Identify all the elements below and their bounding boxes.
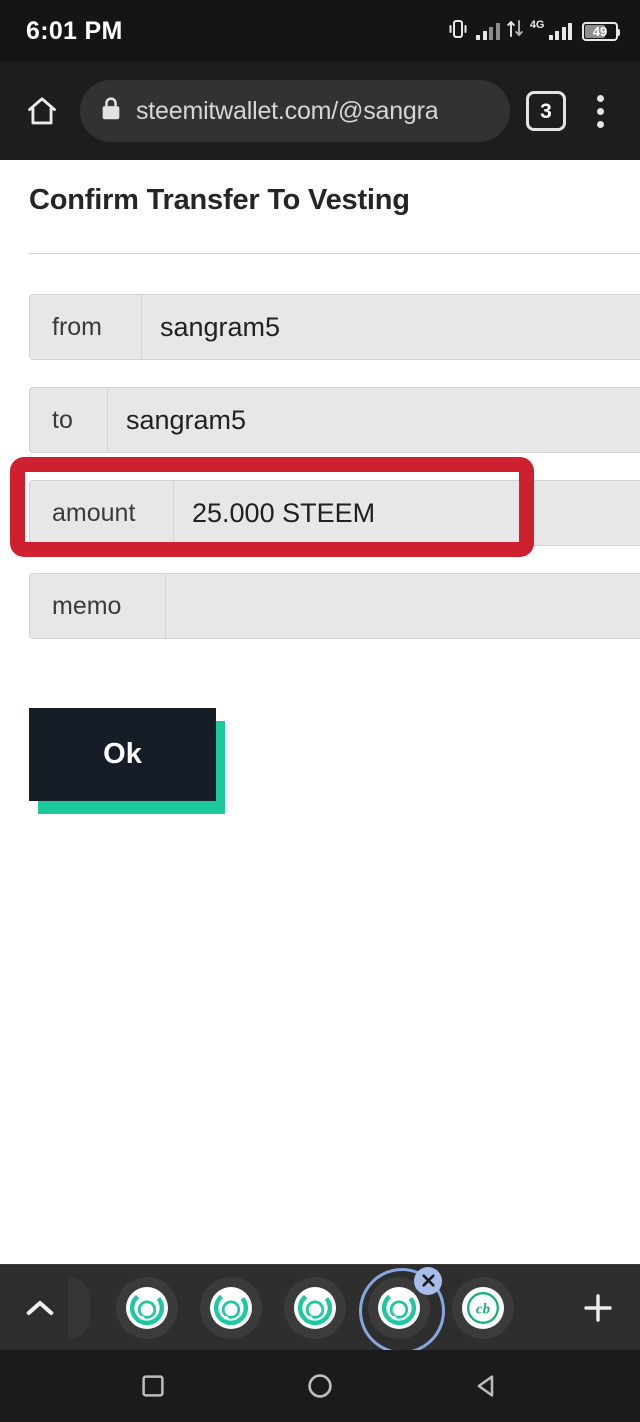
- table-row: from sangram5: [29, 294, 640, 360]
- tab-strip: cb: [0, 1264, 640, 1354]
- title-divider: [29, 253, 640, 254]
- phone-screen: 6:01 PM 4G 49 steemitwallet.com/@sangra …: [0, 0, 640, 1422]
- field-value-amount: 25.000 STEEM: [174, 481, 640, 545]
- triangle-back-icon[interactable]: [457, 1356, 517, 1416]
- steemit-icon: [210, 1286, 252, 1329]
- signal-bars-icon: [548, 22, 572, 40]
- vibrate-icon: [447, 19, 469, 43]
- coinbase-icon: cb: [462, 1286, 504, 1329]
- table-row: amount 25.000 STEEM: [29, 480, 640, 546]
- tab-count-label: 3: [540, 99, 552, 123]
- field-label-to: to: [30, 388, 108, 452]
- battery-icon: 49: [582, 21, 620, 41]
- page-title: Confirm Transfer To Vesting: [29, 184, 410, 216]
- tab-chip-steemit[interactable]: [200, 1276, 262, 1339]
- field-value-to: sangram5: [108, 388, 640, 452]
- plus-icon[interactable]: [570, 1280, 626, 1336]
- field-value-memo: [166, 574, 640, 638]
- status-icons: 4G 49: [447, 19, 620, 43]
- square-icon[interactable]: [123, 1356, 183, 1416]
- field-label-from: from: [30, 295, 142, 359]
- page-content: Confirm Transfer To Vesting from sangram…: [0, 160, 640, 1264]
- signal-bars-icon: [476, 22, 500, 40]
- browser-toolbar: steemitwallet.com/@sangra 3: [0, 62, 640, 160]
- table-row: memo: [29, 573, 640, 639]
- status-bar: 6:01 PM 4G 49: [0, 0, 640, 62]
- svg-text:cb: cb: [476, 1301, 490, 1317]
- tab-chip-steemit[interactable]: [284, 1276, 346, 1339]
- steemit-icon: [126, 1286, 168, 1329]
- more-vertical-icon[interactable]: [578, 85, 622, 137]
- field-label-memo: memo: [30, 574, 166, 638]
- network-type-label: 4G: [529, 19, 545, 31]
- table-row: to sangram5: [29, 387, 640, 453]
- steemit-icon: [294, 1286, 336, 1329]
- chevron-up-icon[interactable]: [12, 1280, 68, 1336]
- data-transfer-icon: [507, 19, 523, 43]
- steemit-icon: [378, 1286, 420, 1329]
- url-text: steemitwallet.com/@sangra: [136, 96, 439, 125]
- tab-chip-steemit-active[interactable]: [359, 1266, 445, 1354]
- lock-icon: [100, 96, 122, 126]
- ok-button-wrapper: Ok: [29, 708, 225, 814]
- tab-chip-steemit[interactable]: [116, 1276, 178, 1339]
- tab-chip-coinbase[interactable]: cb: [452, 1276, 514, 1339]
- ok-button[interactable]: Ok: [29, 708, 216, 801]
- battery-percent: 49: [592, 23, 608, 39]
- close-icon[interactable]: [414, 1266, 442, 1295]
- circle-icon[interactable]: [290, 1356, 350, 1416]
- field-label-amount: amount: [30, 481, 174, 545]
- home-icon[interactable]: [16, 85, 68, 137]
- url-bar[interactable]: steemitwallet.com/@sangra: [80, 80, 510, 142]
- tab-count-button[interactable]: 3: [526, 91, 566, 131]
- tab-chip-partial[interactable]: [68, 1276, 90, 1339]
- transfer-details-table: from sangram5 to sangram5 amount 25.000 …: [29, 294, 640, 666]
- field-value-from: sangram5: [142, 295, 640, 359]
- status-clock: 6:01 PM: [26, 16, 123, 45]
- android-nav-bar: [0, 1350, 640, 1422]
